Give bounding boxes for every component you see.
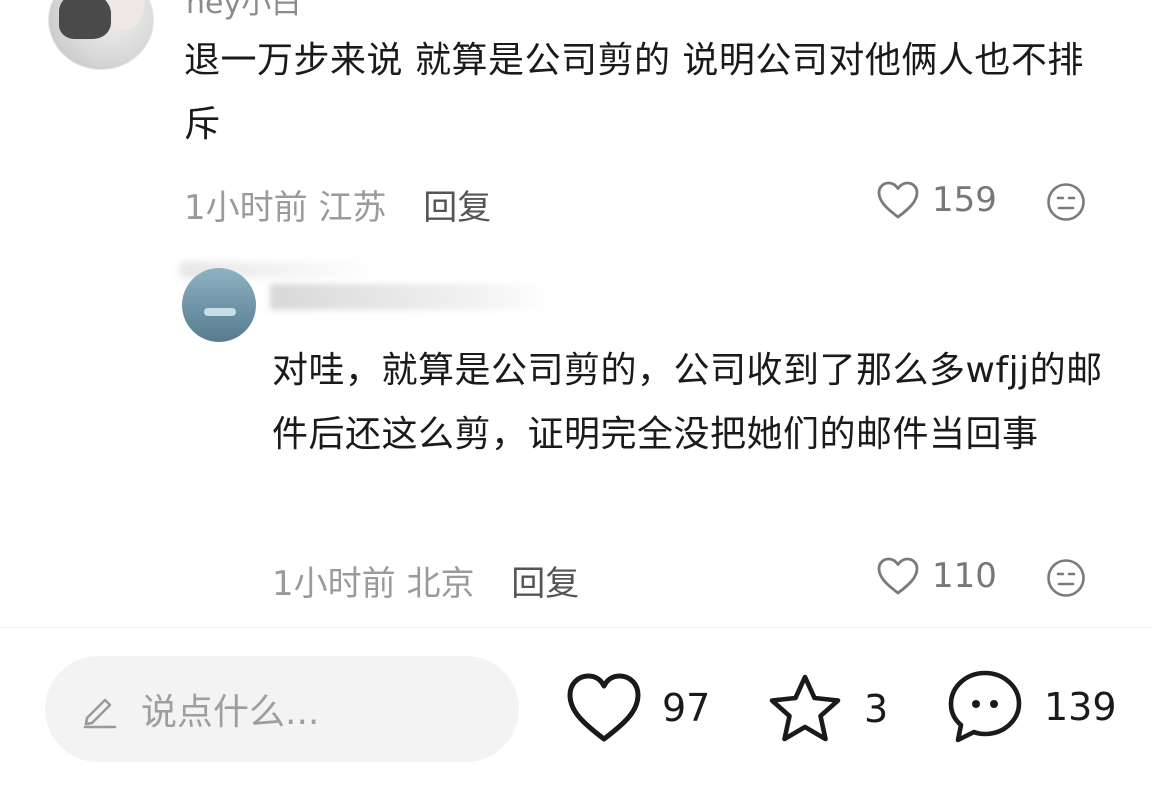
reply-meta: 1小时前 北京 回复 (272, 556, 579, 605)
reply-button[interactable]: 回复 (423, 188, 491, 228)
star-outline-icon (769, 674, 841, 742)
avatar[interactable] (182, 268, 256, 342)
post-like-button[interactable]: 97 (566, 672, 710, 744)
divider (0, 627, 1152, 628)
post-comment-button[interactable]: 139 (946, 668, 1117, 746)
neutral-face-icon (1047, 183, 1085, 221)
comment-like-button[interactable]: 159 (876, 180, 997, 220)
comment-text: 退一万步来说 就算是公司剪的 说明公司对他俩人也不排斥 (184, 40, 1084, 145)
post-star-button[interactable]: 3 (766, 672, 888, 746)
reply-text: 对哇，就算是公司剪的，公司收到了那么多wfjj的邮件后还这么剪，证明完全没把她们… (272, 350, 1103, 455)
comment-input-placeholder: 说点什么... (141, 692, 320, 733)
comment-meta: 1小时前 江苏 回复 (184, 180, 491, 229)
chat-bubble-icon (948, 670, 1022, 743)
emotion-button[interactable] (1046, 182, 1086, 226)
avatar[interactable] (48, 0, 154, 70)
post-comment-count: 139 (1044, 685, 1117, 729)
reply-location: 北京 (406, 564, 475, 604)
post-star-count: 3 (864, 687, 889, 731)
heart-outline-icon (877, 557, 919, 595)
post-like-count: 97 (662, 686, 711, 730)
pencil-icon (83, 698, 117, 729)
heart-outline-icon (567, 673, 641, 742)
reply-time: 1小时前 (272, 564, 396, 604)
reply-button[interactable]: 回复 (511, 564, 579, 604)
neutral-face-icon (1047, 559, 1085, 597)
emotion-button[interactable] (1046, 558, 1086, 602)
comment-username[interactable]: hey小白 (186, 0, 301, 22)
reply-like-button[interactable]: 110 (876, 556, 997, 596)
comment-time: 1小时前 (184, 188, 308, 228)
comment-like-count: 159 (932, 180, 997, 220)
comment-input[interactable]: 说点什么... (45, 656, 519, 762)
blurred-username (270, 284, 550, 310)
reply-like-count: 110 (932, 556, 997, 596)
heart-outline-icon (877, 181, 919, 219)
comment-location: 江苏 (318, 188, 387, 228)
